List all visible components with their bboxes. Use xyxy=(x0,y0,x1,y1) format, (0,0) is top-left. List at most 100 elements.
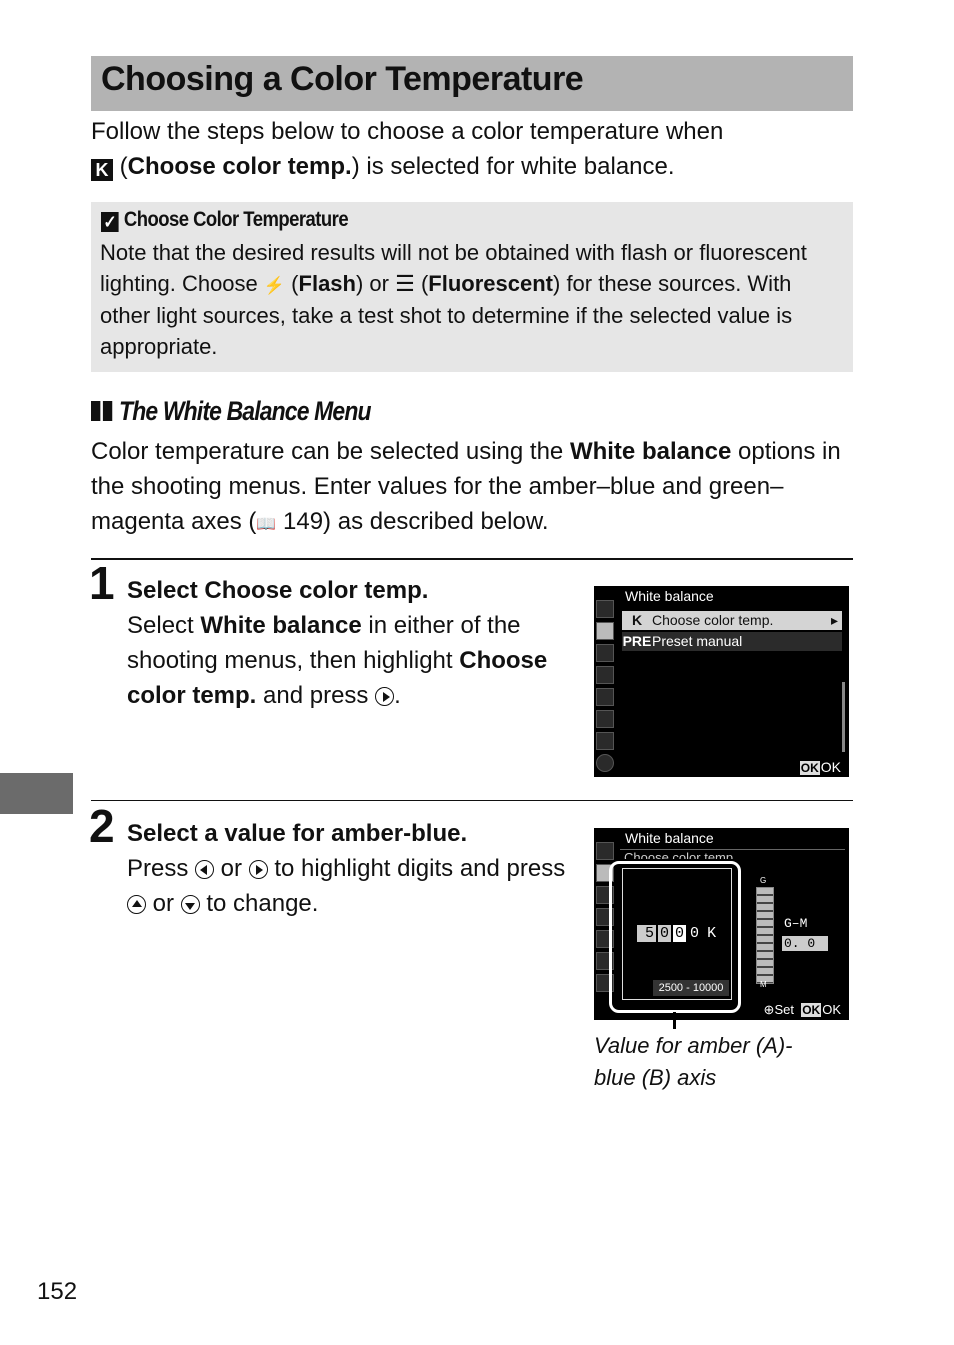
step-text: Select xyxy=(127,612,201,639)
arrow-right-icon: ▸ xyxy=(830,612,838,628)
digit[interactable]: 0 xyxy=(658,925,672,942)
menu-item-label: Preset manual xyxy=(652,633,743,649)
multi-selector-icon: ⊕ xyxy=(763,1002,775,1017)
multi-selector-right-icon xyxy=(248,860,268,879)
set-label: Set xyxy=(774,1002,794,1017)
page-title: Choosing a Color Temperature xyxy=(101,60,584,98)
intro-text: ( xyxy=(113,153,128,180)
scrollbar[interactable] xyxy=(842,682,845,752)
color-temp-k-icon: K xyxy=(91,159,113,181)
gm-value[interactable]: 0. 0 xyxy=(782,936,828,951)
step-text: or xyxy=(214,855,249,882)
pencil-tab-icon[interactable] xyxy=(596,666,614,684)
step-2-number: 2 xyxy=(89,800,115,852)
my-menu-tab-icon[interactable] xyxy=(596,732,614,750)
intro-text: Follow the steps below to choose a color… xyxy=(91,118,724,145)
step-text: to highlight digits and press xyxy=(267,855,566,882)
gm-label: G–M xyxy=(784,916,808,931)
step-2-heading: Select a value for amber-blue. xyxy=(127,820,468,847)
m-label: M xyxy=(760,980,767,989)
fluorescent-icon: ☰ xyxy=(395,270,415,296)
step-text: to change. xyxy=(199,890,319,917)
ok-hint: OK OK xyxy=(799,759,841,775)
wrench-tab-icon[interactable] xyxy=(596,688,614,706)
unit-kelvin: K xyxy=(707,925,717,942)
playback-tab-icon[interactable] xyxy=(596,842,614,860)
retouch-tab-icon[interactable] xyxy=(596,710,614,728)
step-text: or xyxy=(146,890,181,917)
digit[interactable]: 5 xyxy=(637,925,657,942)
ok-label: OK xyxy=(822,1002,841,1017)
note-body: Note that the desired results will not b… xyxy=(100,238,845,362)
step-text: and press xyxy=(256,682,376,709)
step-1-number: 1 xyxy=(89,557,115,609)
g-label: G xyxy=(760,876,767,885)
chapter-tab xyxy=(0,773,73,814)
subsection-heading: The White Balance Menu xyxy=(91,396,372,427)
flash-icon: ⚡ xyxy=(263,275,286,295)
digit: 0 xyxy=(690,925,700,942)
note-heading-text: Choose Color Temperature xyxy=(123,208,349,231)
camera-screen-white-balance-menu: White balance K Choose color temp. ▸ PREPr… xyxy=(594,586,849,777)
section-marker-icon xyxy=(91,401,101,421)
section-marker-icon xyxy=(102,401,113,421)
multi-selector-down-icon xyxy=(180,895,200,914)
page-number: 152 xyxy=(37,1278,78,1305)
screen-title: White balance xyxy=(625,830,714,846)
multi-selector-left-icon xyxy=(195,860,215,879)
step-text: . xyxy=(394,682,401,709)
para-bold: White balance xyxy=(569,438,732,465)
divider xyxy=(91,558,853,560)
note-heading: ✓ Choose Color Temperature xyxy=(101,208,349,232)
subsection-heading-text: The White Balance Menu xyxy=(119,396,371,426)
range-label: 2500 - 10000 xyxy=(653,980,729,996)
multi-selector-right-icon xyxy=(375,687,395,706)
camera-screen-color-temp: White balance Choose color temp. 5 0 0 0… xyxy=(594,828,849,1020)
book-icon: 📖 xyxy=(256,516,277,533)
menu-item-preset-manual[interactable]: PREPreset manual xyxy=(622,632,842,651)
menu-item-label: Choose color temp. xyxy=(652,612,774,628)
camera-tab-icon[interactable] xyxy=(596,622,614,640)
color-temp-dialog: 5 0 0 0 K 2500 - 10000 xyxy=(622,868,732,1000)
green-magenta-slider[interactable] xyxy=(756,887,774,984)
intro-paragraph: Follow the steps below to choose a color… xyxy=(91,114,861,184)
movie-tab-icon[interactable] xyxy=(596,644,614,662)
step-text: Select xyxy=(127,577,205,604)
ok-button-icon: OK xyxy=(801,1003,822,1017)
ok-button-icon: OK xyxy=(799,761,820,775)
pre-icon: PRE xyxy=(622,633,652,649)
step-2-text: Select a value for amber-blue. Press or … xyxy=(127,816,577,921)
menu-item-choose-color-temp[interactable]: K Choose color temp. ▸ xyxy=(622,611,842,630)
intro-bold: Choose color temp. xyxy=(127,153,352,180)
note-box: ✓ Choose Color Temperature Note that the … xyxy=(91,202,853,372)
multi-selector-up-icon xyxy=(127,895,146,914)
step-bold: White balance xyxy=(200,612,362,639)
screen-title: White balance xyxy=(625,588,714,604)
divider xyxy=(91,800,853,801)
section-title-bar: Choosing a Color Temperature xyxy=(91,56,853,111)
color-temp-digits[interactable]: 5 0 0 0 K xyxy=(637,925,720,942)
note-text: ) or xyxy=(355,270,396,296)
step-text: Press xyxy=(127,855,196,882)
callout-leader-line xyxy=(673,1012,676,1029)
screen-subtitle: Choose color temp. xyxy=(624,850,737,859)
menu-tabs xyxy=(596,600,616,776)
para-text: Color temperature can be selected using … xyxy=(91,438,570,465)
playback-tab-icon[interactable] xyxy=(596,600,614,618)
k-icon: K xyxy=(631,612,643,628)
help-icon[interactable] xyxy=(596,754,614,772)
ok-label: OK xyxy=(820,759,841,775)
flash-label: Flash xyxy=(298,270,356,296)
step-1-text: Select Choose color temp. Select White b… xyxy=(127,573,577,713)
screen-caption: Value for amber (A)-blue (B) axis xyxy=(594,1033,793,1090)
digit-selected[interactable]: 0 xyxy=(673,925,687,942)
intro-text: ) is selected for white balance. xyxy=(351,153,675,180)
subsection-paragraph: Color temperature can be selected using … xyxy=(91,434,861,542)
check-icon: ✓ xyxy=(101,212,119,232)
para-text: 149) as described below. xyxy=(276,508,549,535)
set-ok-hint: ⊕Set OK OK xyxy=(764,1002,841,1018)
fluorescent-label: Fluorescent xyxy=(428,270,553,296)
step-bold: Choose color temp. xyxy=(204,577,429,604)
note-text: ( xyxy=(414,270,429,296)
step-1-heading: Select Choose color temp. xyxy=(127,577,428,604)
